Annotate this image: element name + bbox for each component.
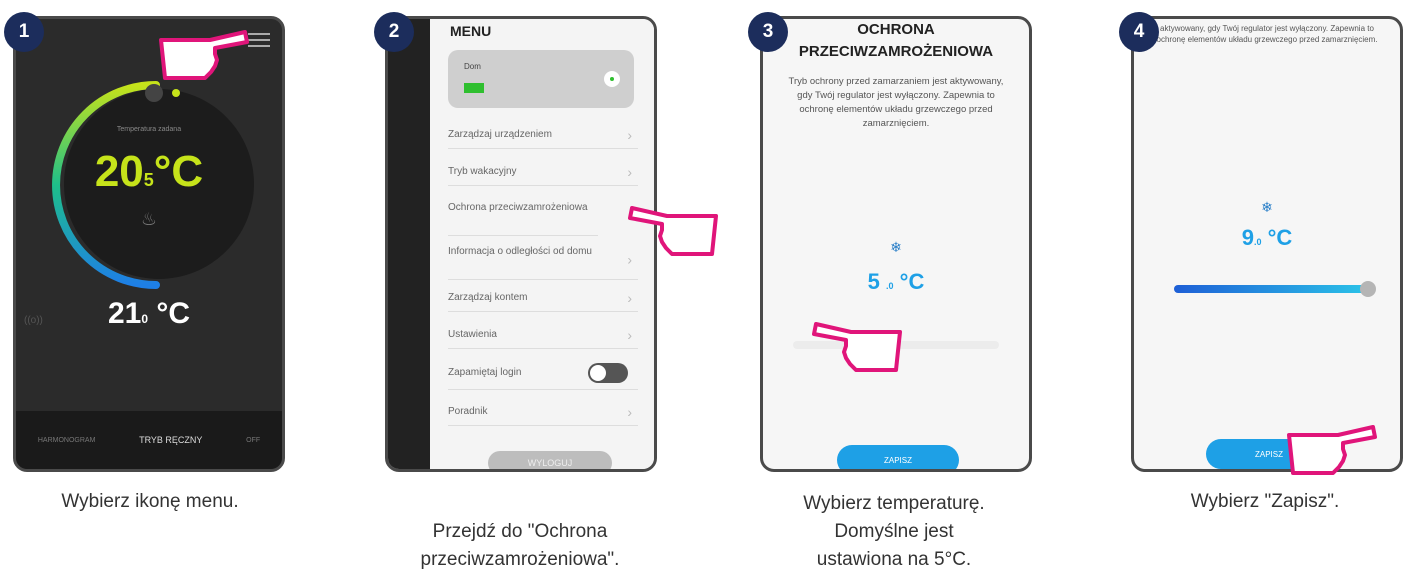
- caption-line: Przejdź do "Ochrona: [432, 521, 608, 542]
- pointing-hand-icon: [628, 206, 718, 256]
- menu-item-manage-device[interactable]: Zarządzaj urządzeniem ›: [448, 122, 638, 149]
- logout-button[interactable]: WYLOGUJ: [488, 451, 612, 469]
- step-caption: Wybierz temperaturę. Domyślne jest ustaw…: [744, 490, 1044, 574]
- caption-line: Wybierz ikonę menu.: [61, 491, 239, 512]
- tab-manual[interactable]: TRYB RĘCZNY: [139, 435, 202, 445]
- step-caption: Przejdź do "Ochrona przeciwzamrożeniowa"…: [370, 518, 670, 574]
- chevron-right-icon: ›: [627, 404, 632, 420]
- step-1: 1 Temperatura zadana 205°C ♨ ((o)) 210 °…: [0, 0, 300, 582]
- home-label: Dom: [464, 62, 481, 71]
- slider-handle[interactable]: [1360, 281, 1376, 297]
- home-select-radio[interactable]: [604, 71, 620, 87]
- step-caption: Wybierz "Zapisz".: [1115, 488, 1407, 516]
- setpoint-temperature: 205°C: [16, 147, 282, 197]
- menu-item-label: Zapamiętaj login: [448, 367, 522, 378]
- chevron-right-icon: ›: [627, 127, 632, 143]
- title-line: OCHRONA: [857, 21, 935, 38]
- value-unit: °C: [899, 269, 925, 294]
- current-int: 21: [107, 297, 142, 330]
- caption-line: Wybierz "Zapisz".: [1190, 491, 1340, 512]
- phone-screen: OCHRONA PRZECIWZAMROŻENIOWA Tryb ochrony…: [760, 16, 1032, 472]
- menu-item-label: Ochrona przeciwzamrożeniowa: [448, 202, 588, 213]
- setpoint-unit: °C: [153, 147, 204, 196]
- frost-protection-description: Tryb ochrony przed zamarzaniem jest akty…: [788, 76, 1004, 129]
- snowflake-icon: ❄: [890, 239, 902, 255]
- phone-screen: MENU Dom Zarządzaj urządzeniem › Tryb wak…: [385, 16, 657, 472]
- save-button[interactable]: ZAPISZ: [837, 445, 959, 469]
- menu-item-guide[interactable]: Poradnik ›: [448, 399, 638, 426]
- home-card[interactable]: Dom: [448, 50, 634, 108]
- current-dec: 0: [141, 312, 149, 326]
- menu-item-vacation[interactable]: Tryb wakacyjny ›: [448, 159, 638, 186]
- pointing-hand-icon: [1287, 425, 1377, 475]
- menu-item-label: Tryb wakacyjny: [448, 166, 517, 177]
- pointing-hand-icon: [812, 322, 902, 372]
- step-number-badge: 2: [374, 12, 414, 52]
- flame-icon: ♨: [140, 209, 158, 229]
- caption-line: Wybierz temperaturę.: [803, 493, 985, 514]
- tab-schedule[interactable]: HARMONOGRAM: [38, 437, 96, 444]
- setpoint-dec: 5: [143, 170, 154, 190]
- value-int: 5: [867, 269, 880, 294]
- pointing-hand-icon: [159, 30, 249, 80]
- step-3: 3 OCHRONA PRZECIWZAMROŻENIOWA Tryb ochro…: [744, 0, 1044, 582]
- value-int: 9: [1241, 225, 1254, 250]
- menu-item-label: Zarządzaj urządzeniem: [448, 129, 552, 140]
- temperature-slider[interactable]: [1174, 285, 1368, 293]
- phone-screen: aktywowany, gdy Twój regulator jest wyłą…: [1131, 16, 1403, 472]
- step-number-badge: 1: [4, 12, 44, 52]
- side-menu: MENU Dom Zarządzaj urządzeniem › Tryb wak…: [430, 19, 654, 469]
- setpoint-label: Temperatura zadana: [116, 126, 182, 133]
- temperature-value: 5 .0 °C: [763, 269, 1029, 295]
- screen-title: OCHRONA PRZECIWZAMROŻENIOWA: [763, 19, 1029, 63]
- background-app: [388, 19, 430, 469]
- step-4: 4 aktywowany, gdy Twój regulator jest wy…: [1115, 0, 1407, 582]
- remember-login-toggle[interactable]: [588, 363, 628, 383]
- chevron-right-icon: ›: [627, 290, 632, 306]
- current-temperature: 210 °C: [16, 297, 282, 331]
- step-2: 2 MENU Dom Zarządzaj urządzeniem › Tryb w…: [370, 0, 718, 582]
- frost-protection-description: aktywowany, gdy Twój regulator jest wyłą…: [1156, 24, 1378, 44]
- setpoint-int: 20: [94, 147, 144, 196]
- caption-line: Domyślne jest: [834, 521, 954, 542]
- value-dec: .0: [1253, 237, 1262, 247]
- temperature-value: 9.0 °C: [1134, 225, 1400, 251]
- step-number-badge: 3: [748, 12, 788, 52]
- menu-item-remember-login: Zapamiętaj login: [448, 363, 638, 390]
- chevron-right-icon: ›: [627, 327, 632, 343]
- mode-tabs: HARMONOGRAM TRYB RĘCZNY OFF: [16, 411, 282, 469]
- menu-item-manage-account[interactable]: Zarządzaj kontem ›: [448, 285, 638, 312]
- menu-item-label: Poradnik: [448, 406, 488, 417]
- menu-item-label: Informacja o odległości od domu: [448, 246, 592, 257]
- current-unit: °C: [156, 297, 191, 330]
- step-number-badge: 4: [1119, 12, 1159, 52]
- value-dec: .0: [886, 281, 894, 291]
- home-status-indicator: [464, 83, 484, 93]
- snowflake-icon: ❄: [1261, 199, 1273, 215]
- step-caption: Wybierz ikonę menu.: [0, 488, 300, 516]
- menu-title: MENU: [450, 23, 492, 39]
- caption-line: ustawiona na 5°C.: [816, 549, 972, 570]
- menu-item-label: Ustawienia: [448, 329, 497, 340]
- menu-item-label: Zarządzaj kontem: [448, 292, 528, 303]
- tab-off[interactable]: OFF: [246, 437, 260, 444]
- menu-item-settings[interactable]: Ustawienia ›: [448, 322, 638, 349]
- chevron-right-icon: ›: [627, 164, 632, 180]
- title-line: PRZECIWZAMROŻENIOWA: [798, 43, 994, 60]
- value-unit: °C: [1267, 225, 1293, 250]
- menu-item-frost-protection[interactable]: Ochrona przeciwzamrożeniowa: [448, 197, 598, 236]
- menu-item-distance-info[interactable]: Informacja o odległości od domu ›: [448, 241, 638, 280]
- caption-line: przeciwzamrożeniowa".: [420, 549, 620, 570]
